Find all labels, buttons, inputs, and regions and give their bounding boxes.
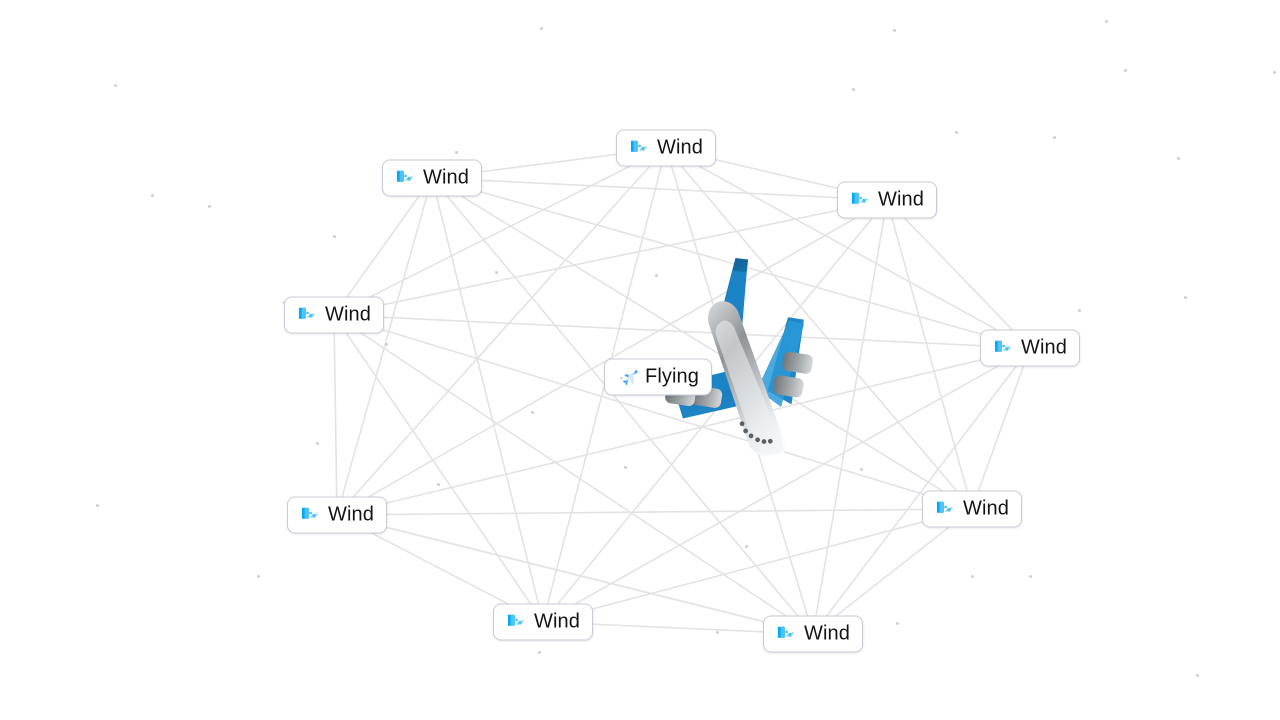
craft-edge (333, 199, 888, 316)
craft-node-wind-8[interactable]: Wind (493, 603, 593, 641)
craft-edge (431, 177, 1031, 349)
craft-edge (333, 314, 973, 510)
craft-node-wind-7[interactable]: Wind (922, 490, 1022, 528)
background-dot (1184, 296, 1187, 299)
craft-edge (542, 508, 973, 623)
background-dot (893, 29, 896, 32)
crafting-canvas[interactable]: Wind Wind Wind Wind Wind Flying Wind Wind Wind Wi… (0, 0, 1280, 720)
background-dot (495, 271, 498, 274)
background-dot (971, 575, 974, 578)
craft-node-wind-2[interactable]: Wind (382, 159, 482, 197)
background-dot (540, 27, 543, 30)
background-dot (1196, 674, 1199, 677)
background-dot (860, 468, 863, 471)
background-dot (151, 194, 154, 197)
background-dot (385, 343, 388, 346)
background-dot (96, 504, 99, 507)
background-dot (1273, 71, 1276, 74)
craft-node-wind-4[interactable]: Wind (284, 296, 384, 334)
craft-edge (333, 314, 338, 516)
craft-edge (886, 199, 973, 510)
background-dot (333, 235, 336, 238)
craft-node-label: Wind (657, 136, 703, 159)
craft-node-wind-3[interactable]: Wind (837, 181, 937, 219)
craft-edge (336, 147, 667, 516)
craft-edge (431, 177, 814, 635)
dashing-away-icon (394, 167, 416, 189)
craft-edge (431, 177, 544, 623)
background-dot (955, 131, 958, 134)
craft-edge (336, 508, 973, 516)
background-dot (1105, 20, 1108, 23)
background-dot (1029, 575, 1032, 578)
craft-edge (333, 314, 544, 623)
background-dot (655, 274, 658, 277)
craft-node-label: Wind (804, 622, 850, 645)
craft-edge (336, 177, 433, 516)
craft-node-flying[interactable]: Flying (604, 358, 712, 396)
craft-node-label: Wind (325, 303, 371, 326)
craft-edge (971, 347, 1031, 510)
background-dot (852, 88, 855, 91)
dashing-away-icon (505, 611, 527, 633)
craft-edge (812, 199, 888, 635)
craft-node-label: Wind (534, 610, 580, 633)
craft-node-label: Wind (963, 497, 1009, 520)
dashing-away-icon (934, 498, 956, 520)
craft-node-label: Wind (1021, 336, 1067, 359)
background-dot (745, 545, 748, 548)
craft-edge (333, 314, 1031, 349)
craft-node-label: Wind (328, 503, 374, 526)
background-dot (437, 483, 440, 486)
background-dot (1053, 136, 1056, 139)
craft-edge (542, 199, 888, 623)
background-dot (208, 205, 211, 208)
craft-edge (336, 199, 888, 516)
dashing-away-icon (775, 623, 797, 645)
background-dot (257, 575, 260, 578)
dashing-away-icon (849, 189, 871, 211)
dashing-away-icon (299, 504, 321, 526)
craft-node-wind-1[interactable]: Wind (616, 129, 716, 167)
dashing-away-icon (628, 137, 650, 159)
craft-node-label: Wind (878, 188, 924, 211)
background-dot (716, 631, 719, 634)
craft-edge (665, 147, 1031, 349)
dashing-away-icon (992, 337, 1014, 359)
background-dot (538, 651, 541, 654)
craft-edge (431, 177, 973, 510)
craft-node-wind-5[interactable]: Wind (980, 329, 1080, 367)
craft-node-wind-6[interactable]: Wind (287, 496, 387, 534)
background-dot (531, 411, 534, 414)
background-dot (1177, 157, 1180, 160)
background-dot (624, 466, 627, 469)
background-dot (1124, 69, 1127, 72)
background-dot (114, 84, 117, 87)
dashing-away-icon (296, 304, 318, 326)
craft-edge (333, 177, 433, 316)
background-dot (1078, 309, 1081, 312)
craft-edge (333, 314, 814, 635)
craft-node-label: Flying (645, 365, 699, 388)
craft-edge (886, 199, 1031, 349)
background-dot (316, 442, 319, 445)
craft-node-label: Wind (423, 166, 469, 189)
airplane-icon (616, 366, 639, 388)
background-dot (455, 151, 458, 154)
craft-node-wind-9[interactable]: Wind (763, 615, 863, 653)
background-dot (896, 622, 899, 625)
craft-edge (431, 177, 888, 201)
